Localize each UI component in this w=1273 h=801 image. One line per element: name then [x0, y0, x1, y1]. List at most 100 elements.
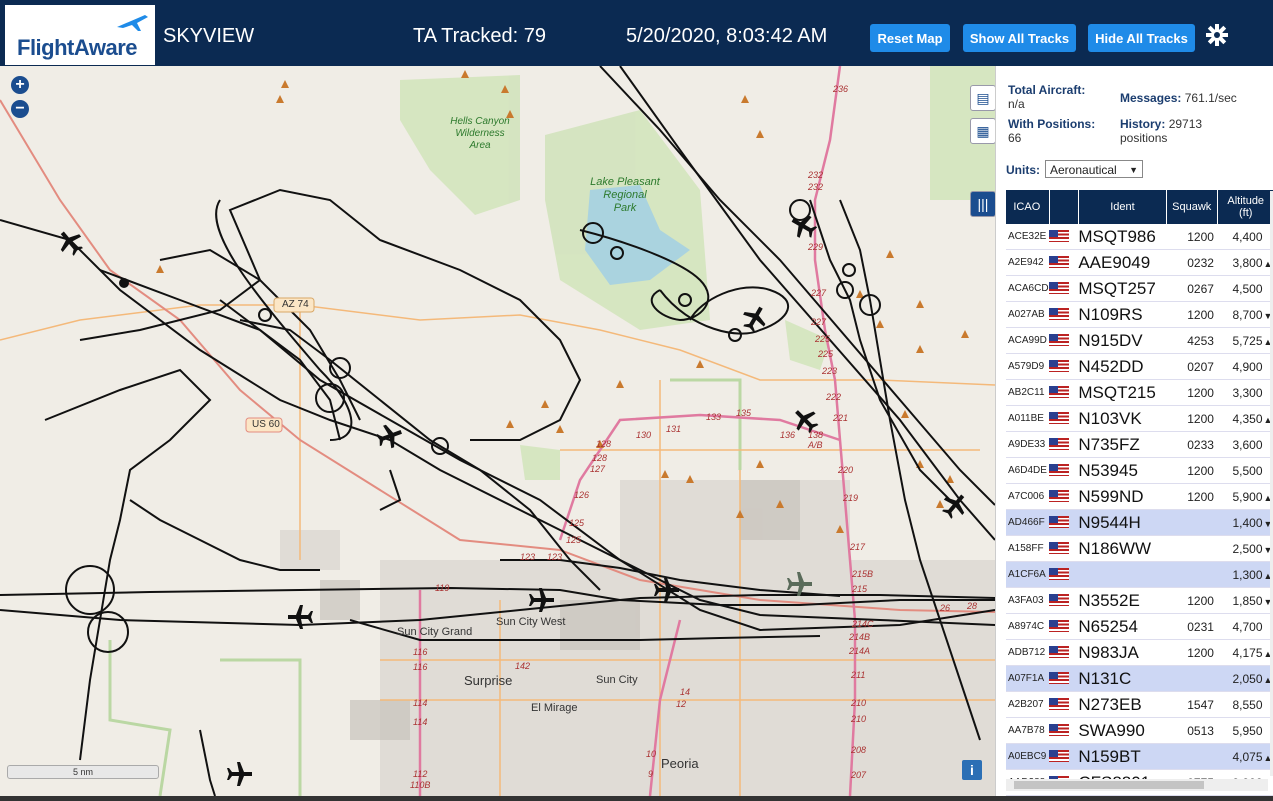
altitude-value: 1,400 — [1232, 515, 1263, 530]
icao-cell: A0EBC9 — [1006, 743, 1050, 770]
tracked-count: TA Tracked: 79 — [413, 25, 547, 47]
aircraft-row[interactable]: A6D4DE N53945 1200 5,500 — [1006, 457, 1273, 484]
flag-cell — [1049, 379, 1079, 406]
us-flag-icon — [1049, 594, 1070, 607]
aircraft-row[interactable]: A9DE33 N735FZ 0233 3,600 — [1006, 431, 1273, 458]
column-header-altitude[interactable]: Altitude (ft) — [1217, 190, 1273, 224]
road-number: 142 — [515, 661, 531, 671]
altitude-value: 5,500 — [1232, 463, 1263, 478]
history-stat: History: 29713 positions — [1120, 117, 1202, 145]
map-view[interactable]: Hells Canyon Wilderness Area Lake Pleasa… — [0, 66, 995, 796]
road-number: 210 — [851, 714, 867, 724]
scrollbar-thumb[interactable] — [1014, 781, 1204, 789]
aircraft-row[interactable]: A579D9 N452DD 0207 4,900 — [1006, 353, 1273, 380]
column-header-ident[interactable]: Ident — [1078, 190, 1168, 224]
wilderness-label: Hells Canyon Wilderness Area — [445, 116, 515, 152]
ident-cell: N9544H — [1078, 509, 1167, 536]
reset-map-button[interactable]: Reset Map — [870, 24, 950, 52]
aircraft-row[interactable]: A3FA03 N3552E 1200 1,850▼ — [1006, 587, 1273, 614]
aircraft-row[interactable]: A2E942 AAE9049 0232 3,800▲ — [1006, 249, 1273, 276]
altitude-cell: 3,800▲ — [1217, 249, 1273, 276]
icao-cell: A8974C — [1006, 613, 1050, 640]
aircraft-row[interactable]: AB2C11 MSQT215 1200 3,300 — [1006, 379, 1273, 406]
us-flag-icon — [1049, 568, 1070, 581]
squawk-cell: 0233 — [1166, 431, 1218, 458]
flag-cell — [1049, 405, 1079, 432]
ident-cell: N983JA — [1078, 639, 1167, 666]
ident-cell: N131C — [1078, 665, 1167, 692]
icao-cell: ACA6CD — [1006, 275, 1050, 302]
column-header-squawk[interactable]: Squawk — [1166, 190, 1219, 224]
map-layers-icon[interactable]: ▤ — [970, 85, 995, 111]
aircraft-row[interactable]: ACA6CD MSQT257 0267 4,500 — [1006, 275, 1273, 302]
altitude-value: 8,550 — [1232, 697, 1263, 712]
flag-cell — [1049, 561, 1079, 588]
squawk-cell: 0513 — [1166, 717, 1218, 744]
aircraft-row[interactable]: AA7B78 SWA990 0513 5,950 — [1006, 717, 1273, 744]
total-aircraft-value: n/a — [1008, 97, 1025, 111]
aircraft-row[interactable]: ACE32E MSQT986 1200 4,400 — [1006, 224, 1273, 250]
grid-icon[interactable]: ▦ — [970, 118, 995, 144]
aircraft-row[interactable]: A1CF6A 1,300▲ — [1006, 561, 1273, 588]
road-number: 136 — [780, 430, 796, 440]
aircraft-row[interactable]: ACA99D N915DV 4253 5,725▲ — [1006, 327, 1273, 354]
squawk-cell: 0232 — [1166, 249, 1218, 276]
aircraft-row[interactable]: AD466F N9544H 1,400▼ — [1006, 509, 1273, 536]
squawk-cell: 1200 — [1166, 224, 1218, 250]
road-number: 116 — [413, 662, 428, 672]
altitude-cell: 4,175▲ — [1217, 639, 1273, 666]
altitude-cell: 4,350▲ — [1217, 405, 1273, 432]
aircraft-row[interactable]: A158FF N186WW 2,500▼ — [1006, 535, 1273, 562]
flag-cell — [1049, 249, 1079, 276]
datetime: 5/20/2020, 8:03:42 AM — [626, 25, 828, 47]
road-number: 9 — [648, 769, 654, 779]
us-flag-icon — [1049, 282, 1070, 295]
altitude-value: 2,050 — [1232, 671, 1263, 686]
lake-label: Lake Pleasant Regional Park — [585, 176, 665, 215]
altitude-cell: 2,500▼ — [1217, 535, 1273, 562]
column-header-icao[interactable]: ICAO — [1006, 190, 1050, 224]
altitude-value: 4,700 — [1232, 619, 1263, 634]
lake-label-line: Lake Pleasant — [590, 176, 660, 188]
altitude-value: 5,900 — [1232, 489, 1263, 504]
aircraft-row[interactable]: A7C006 N599ND 1200 5,900▲ — [1006, 483, 1273, 510]
aircraft-row[interactable]: ADB712 N983JA 1200 4,175▲ — [1006, 639, 1273, 666]
aircraft-table: ICAO Ident Squawk Altitude (ft) ACE32E MS… — [1006, 190, 1273, 796]
aircraft-row[interactable]: A027AB N109RS 1200 8,700▼ — [1006, 301, 1273, 328]
aircraft-row[interactable]: A07F1A N131C 2,050▲ — [1006, 665, 1273, 692]
us-flag-icon — [1049, 646, 1070, 659]
road-number: 225 — [815, 334, 831, 344]
columns-icon[interactable]: ||| — [970, 191, 995, 217]
us-flag-icon — [1049, 516, 1070, 529]
column-header-flag[interactable] — [1049, 190, 1079, 224]
gear-icon[interactable] — [1206, 24, 1228, 46]
info-button[interactable]: i — [962, 760, 982, 780]
aircraft-row[interactable]: A0EBC9 N159BT 4,075▲ — [1006, 743, 1273, 770]
units-select-value: Aeronautical — [1050, 163, 1117, 177]
horizontal-scrollbar[interactable] — [1006, 779, 1268, 791]
aircraft-row[interactable]: A011BE N103VK 1200 4,350▲ — [1006, 405, 1273, 432]
road-number: 208 — [851, 745, 867, 755]
with-positions-value: 66 — [1008, 131, 1022, 145]
aircraft-row[interactable]: A2B207 N273EB 1547 8,550 — [1006, 691, 1273, 718]
show-all-tracks-button[interactable]: Show All Tracks — [963, 24, 1076, 52]
icao-cell: A158FF — [1006, 535, 1050, 562]
road-number: 114 — [413, 698, 428, 708]
units-select[interactable]: Aeronautical ▼ — [1045, 160, 1143, 178]
flightaware-logo[interactable]: FlightAware — [5, 5, 155, 65]
zoom-out-button[interactable]: − — [11, 100, 29, 118]
flag-cell — [1049, 431, 1079, 458]
altitude-cell: 4,500 — [1217, 275, 1273, 302]
hide-all-tracks-button[interactable]: Hide All Tracks — [1088, 24, 1195, 52]
zoom-in-button[interactable]: + — [11, 76, 29, 94]
icao-cell: ACA99D — [1006, 327, 1050, 354]
altitude-cell: 3,600 — [1217, 431, 1273, 458]
flag-cell — [1049, 483, 1079, 510]
road-number: 232 — [808, 170, 824, 180]
aircraft-row[interactable]: A8974C N65254 0231 4,700 — [1006, 613, 1273, 640]
lake-label-line: Regional — [603, 189, 647, 201]
az74-shield: AZ 74 — [282, 299, 309, 310]
road-number: 12 — [676, 699, 687, 709]
app-name: SKYVIEW — [163, 25, 255, 47]
altitude-cell: 1,400▼ — [1217, 509, 1273, 536]
